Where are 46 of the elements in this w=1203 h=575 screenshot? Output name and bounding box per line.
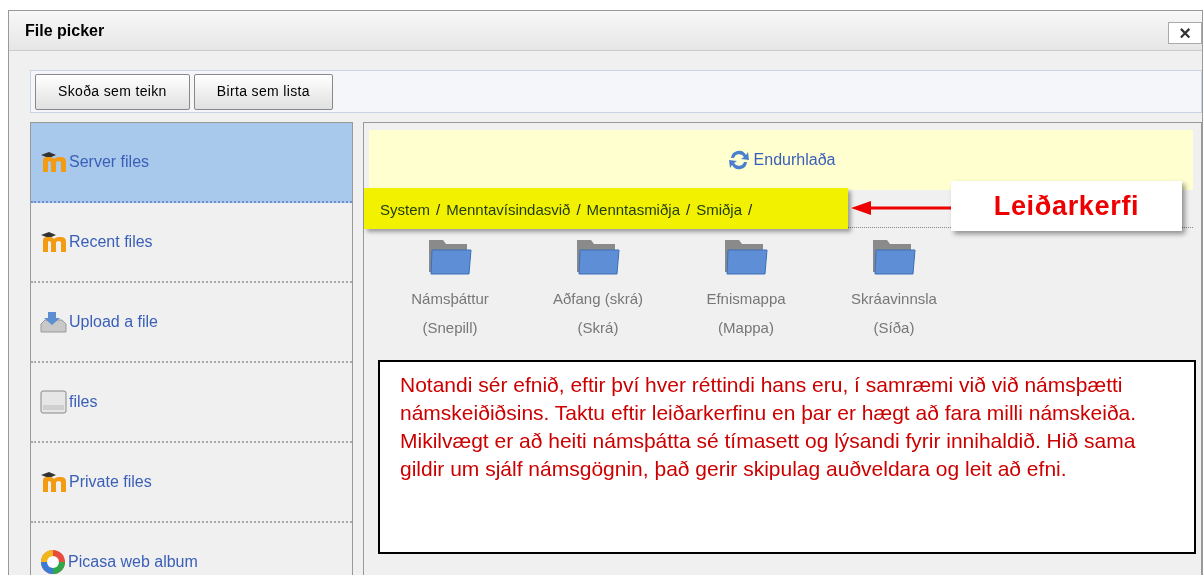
breadcrumb-link[interactable]: Menntasmiðja [586, 198, 680, 221]
path-separator: / [748, 199, 753, 220]
source-label: Picasa web album [68, 552, 198, 572]
sidebar-item[interactable]: files [31, 363, 352, 443]
path-separator: / [576, 199, 581, 220]
folder-name: Námsþáttur [411, 289, 489, 309]
source-label: Recent files [69, 232, 153, 252]
graduation-cap-m-icon [40, 471, 67, 493]
window-title: File picker [25, 20, 105, 41]
breadcrumb-link[interactable]: Smiðja [696, 198, 742, 221]
folder-item[interactable]: Námsþáttur (Snepill) [376, 236, 524, 339]
sidebar-item[interactable]: Picasa web album [31, 523, 352, 575]
folder-name: Aðfang (skrá) [552, 289, 643, 309]
pinwheel-icon [40, 549, 66, 575]
folder-item[interactable]: Skráavinnsla (Síða) [820, 236, 968, 339]
folder-type: (Mappa) [718, 317, 774, 338]
note-text: Notandi sér efnið, eftir því hver réttindi hans eru, í samræmi við við námsþætti námskeiðiðsins. Taktu eftir leiðarkerfinu en þar er hægt að fara milli námskeiða. Mikilvægt er að heiti námsþátta sé tímasett og lýsandi fyrir innihaldið. Hið sama gildir um sjálf námsgögnin, það gerir skipulag auðveldara og leit að efni. [400, 372, 1138, 482]
path-separator: / [686, 199, 691, 220]
view-button[interactable]: Birta sem lista [193, 73, 333, 110]
sidebar-item[interactable]: Private files [31, 443, 352, 523]
folder-item[interactable]: Efnismappa (Mappa) [672, 236, 820, 339]
source-label: Server files [69, 152, 150, 172]
sidebar-item[interactable]: Upload a file [31, 283, 352, 363]
folder-type: (Skrá) [577, 317, 619, 338]
view-button[interactable]: Skoða sem teikn [35, 73, 190, 110]
drive-icon [40, 390, 67, 414]
folder-type: (Síða) [873, 317, 915, 338]
refresh-icon [726, 148, 751, 172]
refresh-button[interactable]: Endurhlaða [726, 148, 836, 172]
breadcrumb-link[interactable]: Menntavísindasvið [446, 198, 571, 221]
breadcrumb-link[interactable]: System [380, 198, 430, 221]
folder-type: (Snepill) [422, 317, 478, 338]
sidebar-item[interactable]: Recent files [31, 203, 352, 283]
sidebar-item[interactable]: Server files [31, 123, 352, 203]
graduation-cap-m-icon [40, 231, 67, 253]
source-label: Upload a file [69, 312, 158, 332]
folder-name: Efnismappa [706, 289, 786, 309]
path-separator: / [436, 199, 441, 220]
folder-name: Skráavinnsla [851, 289, 937, 309]
callout-label: Leiðarkerfi [951, 181, 1182, 231]
source-label: files [69, 392, 98, 412]
upload-tray-icon [40, 310, 67, 334]
folder-item[interactable]: Aðfang (skrá) (Skrá) [524, 236, 672, 339]
graduation-cap-m-icon [40, 151, 67, 173]
source-label: Private files [69, 472, 152, 492]
close-button[interactable]: × [1168, 21, 1202, 44]
